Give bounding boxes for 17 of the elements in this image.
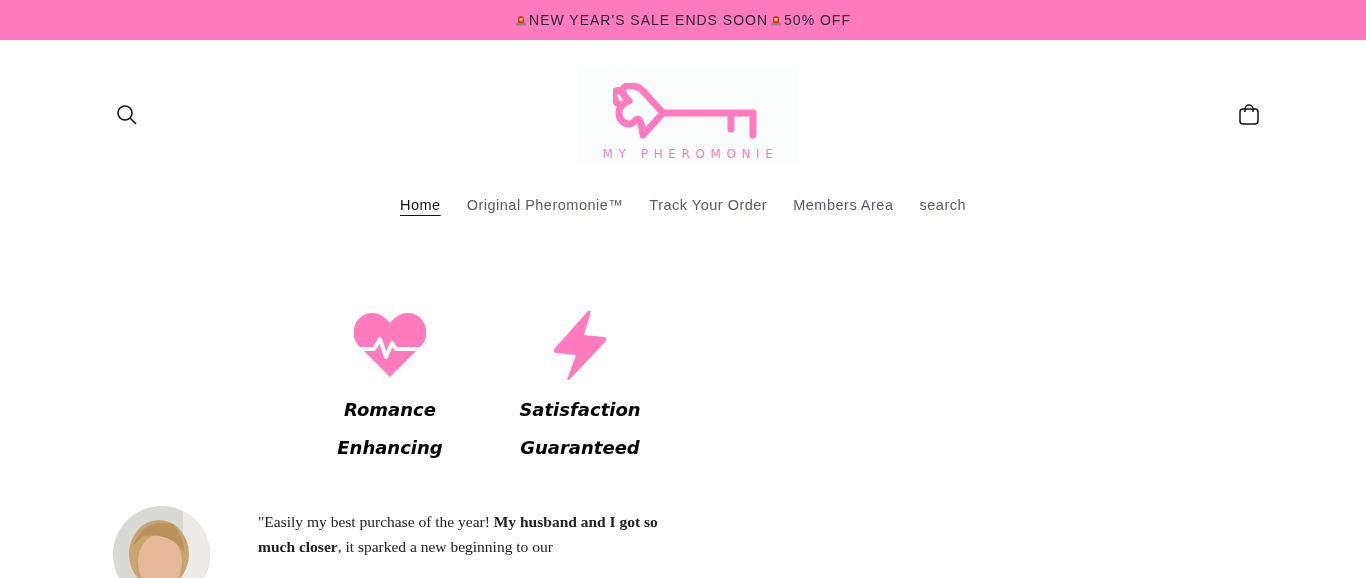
- nav-link[interactable]: Home: [399, 197, 441, 213]
- announcement-text: NEW YEAR'S SALE ENDS SOON: [529, 12, 769, 28]
- feature-text: Romance: [344, 398, 436, 422]
- nav-link[interactable]: Members Area: [793, 197, 894, 213]
- announcement-text: 50% OFF: [784, 12, 851, 28]
- nav-link[interactable]: search: [919, 197, 967, 213]
- lightning-icon: [552, 309, 608, 381]
- siren-icon: [770, 14, 783, 26]
- nav-link[interactable]: Original Pheromonie™: [466, 197, 624, 213]
- feature-text: Guaranteed: [520, 436, 640, 460]
- feature-text: Satisfaction: [519, 398, 641, 422]
- siren-icon: [515, 14, 528, 26]
- testimonial-quote: "Easily my best purchase of the year! My husband and I got so much closer, it sparked a new beginning to our: [258, 512, 659, 557]
- nav-link[interactable]: Track Your Order: [649, 197, 768, 213]
- heartbeat-icon: [354, 313, 426, 377]
- cart-button[interactable]: [1236, 102, 1262, 128]
- feature-text: Enhancing: [337, 436, 443, 460]
